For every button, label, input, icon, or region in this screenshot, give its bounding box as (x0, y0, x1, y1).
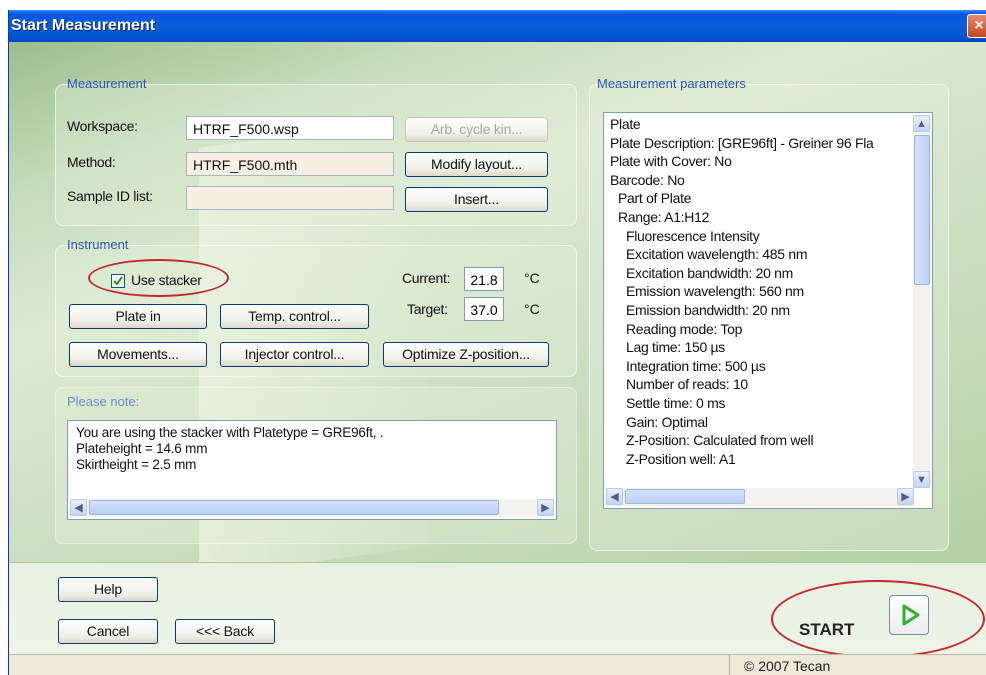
note-line: Skirtheight = 2.5 mm (76, 457, 197, 472)
parameters-vertical-scrollbar[interactable]: ▲ ▼ (913, 115, 931, 488)
insert-button[interactable]: Insert... (405, 187, 548, 212)
target-temp-unit: °C (524, 301, 540, 317)
start-measurement-dialog: Start Measurement × Measurement Workspac… (8, 10, 986, 675)
sample-id-list-field[interactable] (186, 186, 394, 210)
method-field[interactable]: HTRF_F500.mth (186, 152, 394, 176)
target-temp-label: Target: (407, 301, 448, 317)
workspace-label: Workspace: (67, 118, 138, 134)
parameter-line: Z-Position: Calculated from well (626, 432, 814, 449)
scroll-left-icon[interactable]: ◀ (70, 499, 87, 516)
movements-button[interactable]: Movements... (69, 342, 207, 367)
note-horizontal-scrollbar[interactable]: ◀ ▶ (70, 499, 554, 517)
instrument-group-label: Instrument (67, 237, 129, 252)
note-line: Plateheight = 14.6 mm (76, 441, 208, 456)
help-button[interactable]: Help (58, 577, 158, 602)
optimize-z-position-button[interactable]: Optimize Z-position... (383, 342, 549, 367)
note-text-box[interactable]: You are using the stacker with Platetype… (67, 420, 557, 520)
scroll-right-icon[interactable]: ▶ (537, 499, 554, 516)
scroll-right-icon[interactable]: ▶ (897, 488, 914, 505)
injector-control-button[interactable]: Injector control... (220, 342, 369, 367)
scroll-thumb[interactable] (914, 135, 930, 285)
arb-cycle-kinetic-button[interactable]: Arb. cycle kin... (405, 117, 548, 142)
title-bar[interactable]: Start Measurement × (9, 10, 986, 42)
parameter-line: Plate with Cover: No (610, 153, 732, 170)
parameter-line: Part of Plate (618, 190, 692, 207)
parameter-line: Z-Position well: A1 (626, 450, 736, 467)
parameter-line: Gain: Optimal (626, 413, 708, 430)
scroll-up-icon[interactable]: ▲ (913, 115, 930, 132)
parameter-line: Emission wavelength: 560 nm (626, 283, 804, 300)
temp-control-button[interactable]: Temp. control... (220, 304, 369, 329)
parameter-line: Excitation wavelength: 485 nm (626, 246, 808, 263)
parameter-line: Reading mode: Top (626, 320, 743, 337)
parameter-line: Lag time: 150 µs (626, 339, 725, 356)
status-bar: © 2007 Tecan (9, 654, 986, 675)
back-button[interactable]: <<< Back (175, 619, 275, 644)
start-highlight (771, 580, 985, 658)
parameters-horizontal-scrollbar[interactable]: ◀ ▶ (606, 488, 914, 506)
measurement-group-label: Measurement (67, 76, 147, 91)
current-temp-field[interactable]: 21.8 (464, 267, 504, 291)
modify-layout-button[interactable]: Modify layout... (405, 152, 548, 177)
dialog-content: Measurement Workspace: HTRF_F500.wsp Arb… (9, 42, 986, 579)
plate-in-button[interactable]: Plate in (69, 304, 207, 329)
current-temp-unit: °C (524, 270, 540, 286)
cancel-button[interactable]: Cancel (58, 619, 158, 644)
parameter-line: Excitation bandwidth: 20 nm (626, 264, 794, 281)
parameter-line: Number of reads: 10 (626, 376, 748, 393)
window-title: Start Measurement (11, 17, 156, 34)
scroll-down-icon[interactable]: ▼ (913, 471, 930, 488)
parameter-line: Plate Description: [GRE96ft] - Greiner 9… (610, 134, 874, 151)
workspace-field[interactable]: HTRF_F500.wsp (186, 116, 394, 140)
note-line: You are using the stacker with Platetype… (76, 425, 384, 440)
current-temp-label: Current: (402, 270, 451, 286)
parameter-line: Plate (610, 116, 641, 132)
target-temp-field[interactable]: 37.0 (464, 297, 504, 321)
method-label: Method: (67, 154, 116, 170)
parameter-line: Fluorescence Intensity (626, 227, 760, 244)
scroll-left-icon[interactable]: ◀ (606, 488, 623, 505)
use-stacker-highlight (88, 259, 229, 297)
scroll-thumb[interactable] (625, 489, 745, 504)
parameter-line: Range: A1:H12 (618, 209, 710, 225)
close-button[interactable]: × (967, 14, 986, 38)
scroll-thumb[interactable] (89, 500, 499, 515)
parameter-line: Barcode: No (610, 171, 685, 188)
status-copyright: © 2007 Tecan (729, 655, 830, 675)
close-icon: × (974, 17, 984, 34)
parameter-line: Emission bandwidth: 20 nm (626, 302, 790, 318)
measurement-parameters-label: Measurement parameters (597, 76, 746, 91)
measurement-parameters-list[interactable]: Plate Plate Description: [GRE96ft] - Grei… (603, 112, 933, 509)
parameter-line: Settle time: 0 ms (626, 395, 726, 411)
sample-id-list-label: Sample ID list: (67, 188, 153, 204)
parameter-line: Integration time: 500 µs (626, 357, 766, 374)
